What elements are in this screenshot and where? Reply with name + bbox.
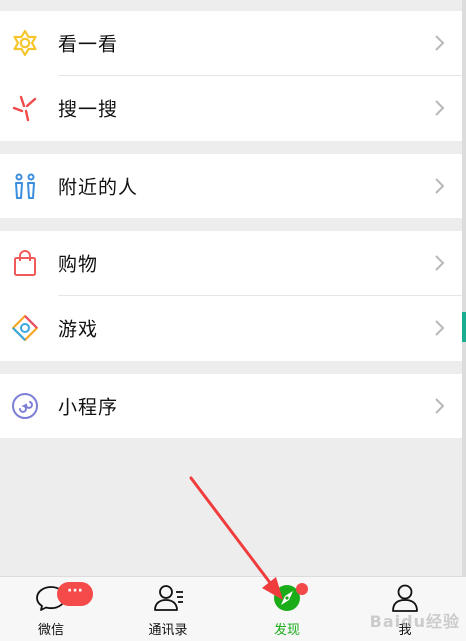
notification-dot [296, 583, 308, 595]
mini-program-icon [11, 392, 39, 420]
menu-item-label: 附近的人 [58, 176, 139, 199]
tab-contacts[interactable]: 通讯录 [128, 577, 208, 641]
game-icon [11, 314, 39, 342]
menu-item-look[interactable]: 看一看 [0, 11, 462, 75]
search-icon [11, 94, 39, 122]
chevron-right-icon [434, 34, 446, 52]
tab-label: 通讯录 [148, 623, 188, 638]
discover-screen: 看一看 搜一搜 附近的人 购物 游戏 小程序 微信 通讯录 发现 我 ··· B… [0, 0, 466, 641]
shopping-bag-icon [11, 249, 39, 277]
edge-accent [462, 312, 466, 342]
menu-group-4: 小程序 [0, 374, 462, 438]
menu-item-label: 小程序 [58, 396, 119, 419]
menu-item-search[interactable]: 搜一搜 [0, 76, 462, 140]
look-icon [11, 29, 39, 57]
edge-strip [462, 0, 466, 576]
menu-item-mini-program[interactable]: 小程序 [0, 374, 462, 438]
menu-item-label: 搜一搜 [58, 98, 119, 121]
tab-label: 微信 [37, 623, 64, 638]
menu-group-1: 看一看 搜一搜 [0, 11, 462, 141]
chevron-right-icon [434, 254, 446, 272]
people-nearby-icon [11, 172, 39, 200]
chevron-right-icon [434, 319, 446, 337]
menu-group-3: 购物 游戏 [0, 231, 462, 361]
contacts-icon [151, 583, 185, 613]
menu-item-shopping[interactable]: 购物 [0, 231, 462, 295]
menu-group-2: 附近的人 [0, 154, 462, 218]
menu-item-people-nearby[interactable]: 附近的人 [0, 154, 462, 218]
tab-label: 发现 [273, 623, 300, 638]
tab-discover[interactable]: 发现 [247, 577, 327, 641]
chevron-right-icon [434, 177, 446, 195]
watermark: Baidu经验 [369, 612, 460, 631]
menu-item-label: 看一看 [58, 33, 119, 56]
menu-item-game[interactable]: 游戏 [0, 296, 462, 360]
chevron-right-icon [434, 99, 446, 117]
menu-item-label: 购物 [58, 253, 99, 276]
unread-badge: ··· [57, 582, 93, 606]
menu-item-label: 游戏 [58, 318, 99, 341]
chevron-right-icon [434, 397, 446, 415]
